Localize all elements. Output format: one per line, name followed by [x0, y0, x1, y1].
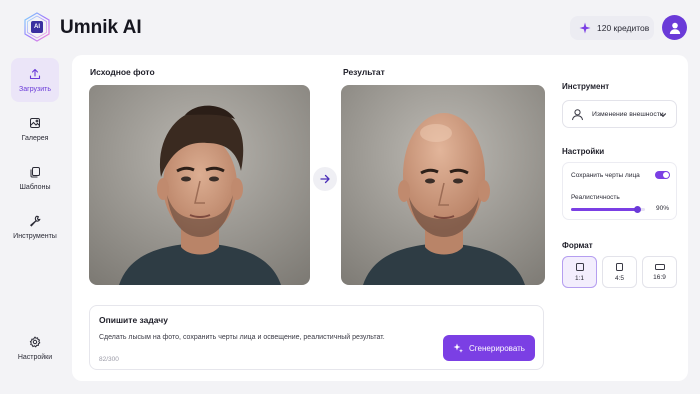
square-icon [575, 262, 584, 271]
realism-slider-fill [571, 208, 638, 211]
sidebar-item-settings[interactable]: Настройки [11, 326, 59, 370]
tool-select[interactable]: Изменение внешности [562, 100, 677, 128]
format-option-4-5[interactable]: 4:5 [602, 256, 637, 288]
source-photo-label: Исходное фото [90, 67, 155, 77]
keep-features-toggle[interactable] [655, 171, 670, 179]
generate-button-label: Сгенерировать [469, 343, 525, 353]
char-counter: 82/300 [99, 356, 119, 363]
realism-slider[interactable] [571, 206, 645, 213]
keep-features-label: Сохранить черты лица [571, 172, 640, 179]
credits-badge[interactable]: 120 кредитов [570, 16, 654, 40]
gear-icon [29, 336, 41, 347]
sidebar-item-label: Инструменты [13, 232, 57, 240]
format-option-1-1[interactable]: 1:1 [562, 256, 597, 288]
logo-text: AI [34, 24, 40, 30]
arrow-right-icon [320, 174, 330, 184]
format-label: Формат [562, 241, 593, 250]
image-icon [30, 117, 40, 128]
app-title: Umnik AI [60, 17, 142, 38]
realism-label: Реалистичность [571, 194, 620, 201]
format-option-label: 16:9 [653, 273, 666, 281]
templates-icon [30, 166, 40, 177]
upload-icon [29, 68, 41, 79]
sparkle-icon [453, 343, 464, 353]
settings-label: Настройки [562, 147, 605, 156]
sidebar-item-templates[interactable]: Шаблоны [11, 156, 59, 200]
tool-label: Инструмент [562, 82, 610, 91]
sidebar-item-upload[interactable]: Загрузить [11, 58, 59, 102]
sidebar-item-label: Настройки [17, 353, 53, 361]
portrait-icon [616, 262, 623, 271]
sidebar-item-label: Загрузить [19, 85, 51, 93]
arrow-button [313, 167, 337, 191]
realism-slider-thumb[interactable] [634, 206, 642, 213]
settings-box: Сохранить черты лица Реалистичность 90% [562, 162, 677, 220]
result-photo[interactable] [341, 85, 545, 285]
user-icon [669, 22, 680, 34]
task-input[interactable]: Сделать лысым на фото, сохранить черты л… [99, 334, 385, 341]
generate-button[interactable]: Сгенерировать [443, 335, 535, 361]
avatar[interactable] [662, 15, 687, 40]
task-title: Опишите задачу [99, 315, 168, 325]
format-option-label: 4:5 [614, 274, 625, 282]
sidebar-item-tools[interactable]: Инструменты [8, 205, 62, 249]
app-logo: AI [22, 12, 52, 42]
sidebar-item-label: Шаблоны [19, 183, 51, 191]
chevron-down-icon [659, 113, 667, 118]
format-option-16-9[interactable]: 16:9 [642, 256, 677, 288]
tool-select-value: Изменение внешности [592, 110, 664, 118]
sidebar-item-gallery[interactable]: Галерея [11, 107, 59, 151]
wrench-icon [29, 215, 41, 227]
format-option-label: 1:1 [574, 274, 585, 282]
credits-label: 120 кредитов [597, 23, 650, 33]
landscape-icon [654, 263, 665, 270]
user-icon [572, 108, 583, 120]
sidebar-item-label: Галерея [21, 134, 49, 142]
source-photo[interactable] [89, 85, 310, 285]
realism-value: 90% [656, 205, 670, 212]
sparkle-icon [579, 22, 591, 34]
result-photo-label: Результат [343, 67, 385, 77]
